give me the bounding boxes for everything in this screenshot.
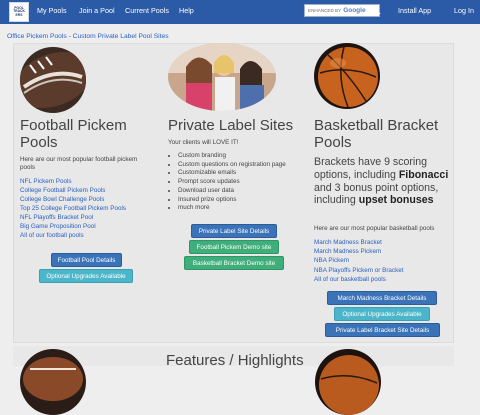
feature-item: much more <box>178 204 286 213</box>
pitch-bold-2: upset bonuses <box>358 194 434 207</box>
basketball-demo-site-button[interactable]: Basketball Bracket Demo site <box>184 256 284 270</box>
link-college-bowl-challenge[interactable]: College Bowl Challenge Pools <box>20 196 104 205</box>
link-nfl-playoffs-bracket[interactable]: NFL Playoffs Bracket Pool <box>20 214 93 223</box>
link-nba-pickem[interactable]: NBA Pickem <box>314 257 349 266</box>
nav-current-pools[interactable]: Current Pools <box>125 6 169 15</box>
link-big-game-proposition[interactable]: Big Game Proposition Pool <box>20 223 96 232</box>
football-intro: Here are our most popular football picke… <box>20 156 138 172</box>
install-app-link[interactable]: Install App <box>398 6 431 15</box>
private-label-intro: Your clients will LOVE IT! <box>168 139 239 146</box>
feature-item: Customizable emails <box>178 169 286 178</box>
basketball-heading: Basketball Bracket Pools <box>314 117 449 151</box>
private-label-bracket-details-button[interactable]: Private Label Bracket Site Details <box>325 323 440 337</box>
basketball-intro: Here are our most popular basketball poo… <box>314 225 435 232</box>
main-content-panel: Football Pickem Pools Here are our most … <box>13 43 454 343</box>
basketball-pitch: Brackets have 9 scoring options, includi… <box>314 156 450 207</box>
link-march-madness-bracket[interactable]: March Madness Bracket <box>314 239 382 248</box>
football-image <box>20 47 86 113</box>
feature-item: Insured prize options <box>178 196 286 205</box>
features-image-left <box>20 349 86 415</box>
football-optional-upgrades-button[interactable]: Optional Upgrades Available <box>39 269 133 283</box>
link-nba-playoffs[interactable]: NBA Playoffs Pickem or Bracket <box>314 267 403 276</box>
link-march-madness-pickem[interactable]: March Madness Pickem <box>314 248 381 257</box>
football-demo-site-button[interactable]: Football Pickem Demo site <box>189 240 279 254</box>
search-icon[interactable] <box>372 5 381 16</box>
private-label-details-button[interactable]: Private Label Site Details <box>191 224 277 238</box>
feature-item: Custom branding <box>178 152 286 161</box>
link-college-football-pickem[interactable]: College Football Pickem Pools <box>20 187 105 196</box>
nav-join-a-pool[interactable]: Join a Pool <box>79 6 115 15</box>
search-glyph <box>372 6 381 15</box>
top-navigation-bar: POOL TRACK ERS My Pools Join a Pool Curr… <box>0 0 480 24</box>
march-madness-details-button[interactable]: March Madness Bracket Details <box>327 291 437 305</box>
nav-my-pools[interactable]: My Pools <box>37 6 67 15</box>
feature-item: Prompt score updates <box>178 178 286 187</box>
link-all-basketball-pools[interactable]: All of our basketball pools <box>314 276 386 285</box>
site-logo[interactable]: POOL TRACK ERS <box>9 2 29 22</box>
private-label-heading: Private Label Sites <box>168 117 294 134</box>
login-link[interactable]: Log In <box>454 6 474 15</box>
pitch-bold-1: Fibonacci <box>398 168 449 181</box>
basketball-heading-text: Basketball Bracket Pools <box>314 117 439 151</box>
football-pool-details-button[interactable]: Football Pool Details <box>51 253 122 267</box>
search-prefix: ENHANCED BY <box>308 8 342 13</box>
features-heading: Features / Highlights <box>166 352 304 369</box>
link-nfl-pickem[interactable]: NFL Pickem Pools <box>20 178 72 187</box>
feature-item: Custom questions on registration page <box>178 161 286 170</box>
feature-item: Download user data <box>178 187 286 196</box>
private-label-image <box>168 43 276 111</box>
basketball-optional-upgrades-button[interactable]: Optional Upgrades Available <box>334 307 430 321</box>
private-label-features: Custom branding Custom questions on regi… <box>171 152 286 213</box>
link-top-25-college[interactable]: Top 25 College Football Pickem Pools <box>20 205 126 214</box>
logo-line-3: ERS <box>15 12 23 17</box>
basketball-image <box>314 43 380 109</box>
nav-help[interactable]: Help <box>179 6 194 15</box>
search-brand: Google <box>343 7 366 14</box>
breadcrumb[interactable]: Office Pickem Pools - Custom Private Lab… <box>7 33 169 40</box>
link-all-football-pools[interactable]: All of our football pools <box>20 232 84 241</box>
search-input[interactable]: ENHANCED BY Google <box>304 4 380 17</box>
features-image-right <box>315 349 381 415</box>
features-panel: Features / Highlights <box>13 346 454 415</box>
football-heading: Football Pickem Pools <box>20 117 127 151</box>
